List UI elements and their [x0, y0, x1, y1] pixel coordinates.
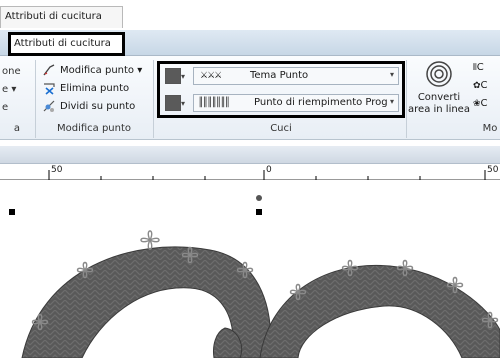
ribbon-tab-attributi[interactable]: Attributi di cucitura — [8, 32, 125, 56]
left-partial-group-label: a — [13, 123, 21, 134]
color-button-row1[interactable]: ▾ — [165, 68, 185, 84]
embroidery-design[interactable] — [0, 180, 500, 358]
right-partial-item1[interactable]: ⫴C — [473, 60, 484, 76]
left-partial-row1[interactable]: one — [2, 64, 21, 80]
right-partial-group-label: Mo — [482, 123, 498, 134]
modifica-punto-button[interactable]: Modifica punto ▾ — [42, 63, 142, 79]
selection-handle[interactable] — [256, 209, 262, 215]
chevron-down-icon: ▾ — [181, 72, 186, 81]
right-partial-item3[interactable]: ❀C — [473, 96, 488, 112]
elimina-punto-button[interactable]: Elimina punto — [42, 81, 129, 97]
rotate-handle[interactable] — [256, 195, 262, 201]
dividi-punto-label: Dividi su punto — [60, 101, 136, 112]
left-partial-row3[interactable]: e — [2, 100, 8, 116]
ruler-label: 50 — [487, 165, 499, 175]
flower-outline-icon: ✿ — [473, 81, 481, 91]
separator — [153, 60, 154, 138]
cuci-group-label: Cuci — [270, 123, 292, 134]
selection-handle[interactable] — [9, 209, 15, 215]
ruler-label: 50 — [51, 165, 63, 175]
dividi-punto-button[interactable]: Dividi su punto — [42, 99, 135, 115]
context-tab-label: Attributi di cucitura — [5, 11, 102, 22]
horizontal-ruler: 50 0 50 — [0, 164, 500, 180]
ruler-label: 0 — [266, 165, 272, 175]
stitch-edit-icon — [43, 64, 55, 76]
right-partial-item2[interactable]: ✿C — [473, 78, 488, 94]
stitch-pattern-icon: ⚔⚔⚔ — [200, 71, 222, 81]
modifica-punto-label: Modifica punto ▾ — [60, 65, 143, 76]
flower-fill-icon: ❀ — [473, 99, 481, 109]
split-stitch-icon — [43, 100, 55, 112]
converti-area-button[interactable]: Converti area in linea — [408, 60, 470, 120]
ruler-ticks — [48, 170, 486, 180]
chevron-down-icon: ▾ — [389, 97, 394, 106]
fill-pattern-icon: ║║║║║║║ — [198, 98, 230, 108]
chevron-down-icon: ▾ — [389, 70, 394, 79]
color-button-row2[interactable]: ▾ — [165, 95, 185, 111]
converti-label: Converti area in linea — [408, 92, 470, 115]
design-canvas[interactable] — [0, 180, 500, 358]
tema-punto-select[interactable]: ⚔⚔⚔ Tema Punto ▾ — [193, 67, 399, 85]
thread-color-swatch — [165, 95, 181, 111]
thread-color-swatch — [165, 68, 181, 84]
context-tab[interactable]: Attributi di cucitura — [0, 6, 123, 28]
modifica-group-label: Modifica punto — [56, 123, 132, 134]
ribbon-tab-label: Attributi di cucitura — [14, 38, 111, 49]
left-partial-row2[interactable]: e ▾ — [2, 82, 16, 98]
spiral-icon — [426, 61, 452, 87]
punto-riempimento-select[interactable]: ║║║║║║║ Punto di riempimento Prog ▾ — [193, 94, 399, 112]
punto-riempimento-label: Punto di riempimento Prog — [254, 97, 388, 108]
toolbar-strip — [0, 146, 500, 164]
chevron-down-icon: ▾ — [181, 99, 186, 108]
separator — [406, 60, 407, 138]
delete-stitch-icon — [44, 83, 55, 95]
elimina-punto-label: Elimina punto — [60, 83, 130, 94]
tema-punto-label: Tema Punto — [250, 70, 309, 81]
